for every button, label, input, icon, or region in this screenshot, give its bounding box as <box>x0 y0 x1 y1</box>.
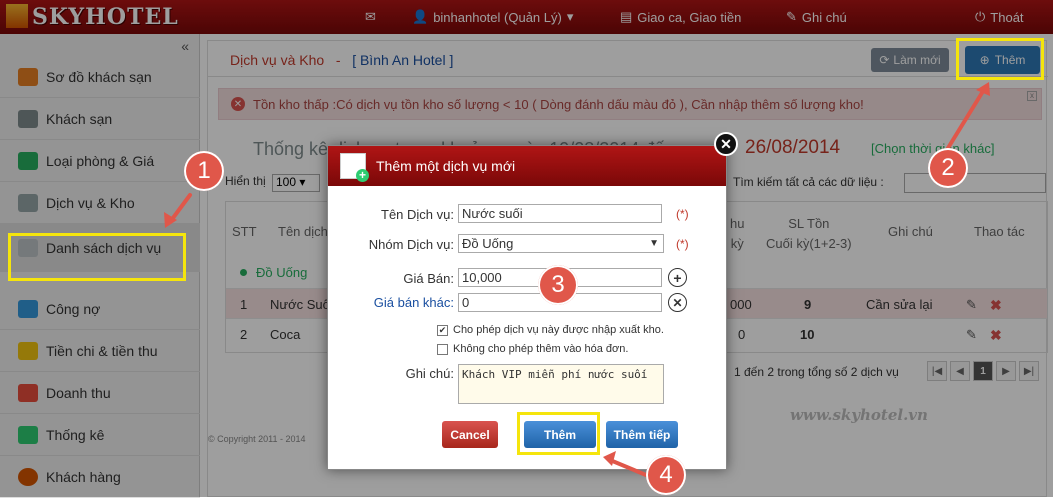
tutorial-arrows <box>164 82 990 477</box>
step-badge-1: 1 <box>184 151 224 191</box>
step-badge-2: 2 <box>928 148 968 188</box>
step-badge-4: 4 <box>646 455 686 495</box>
arrow-2-line <box>946 86 987 150</box>
arrow-4-line <box>608 458 648 477</box>
step-badge-3: 3 <box>538 265 578 305</box>
